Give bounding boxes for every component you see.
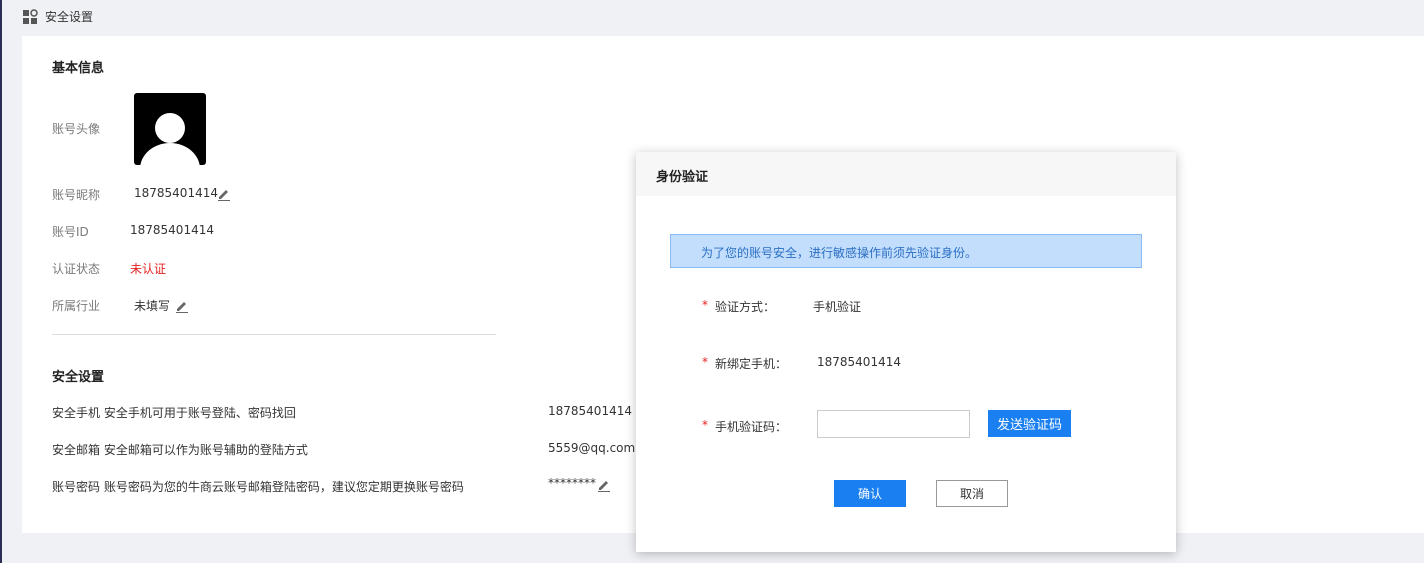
dialog-title: 身份验证 [656, 170, 709, 185]
required-mark: * [702, 418, 708, 432]
edit-password-icon[interactable] [597, 478, 611, 492]
dialog-header: 身份验证 [636, 152, 1176, 196]
account-id-label: 账号ID [52, 225, 89, 239]
cancel-button[interactable]: 取消 [936, 480, 1008, 507]
basic-info-title: 基本信息 [52, 61, 105, 76]
verify-status-label: 认证状态 [52, 262, 101, 276]
security-email-label: 安全邮箱 安全邮箱可以作为账号辅助的登陆方式 [52, 443, 308, 457]
industry-value: 未填写 [134, 299, 171, 313]
user-silhouette-icon [140, 113, 200, 165]
sms-code-input[interactable] [817, 410, 970, 438]
sms-code-label: 手机验证码： [715, 420, 788, 434]
nickname-label: 账号昵称 [52, 188, 101, 202]
top-bar: 安全设置 [2, 0, 1424, 36]
new-phone-value: 18785401414 [817, 355, 901, 369]
confirm-button[interactable]: 确认 [834, 480, 906, 507]
window-edge [0, 0, 2, 563]
security-phone-label: 安全手机 安全手机可用于账号登陆、密码找回 [52, 406, 296, 420]
avatar-label: 账号头像 [52, 122, 101, 136]
send-code-button[interactable]: 发送验证码 [988, 410, 1071, 437]
verify-status-value: 未认证 [130, 262, 167, 276]
verify-method-label: 验证方式： [715, 300, 776, 314]
required-mark: * [702, 355, 708, 369]
security-email-value: 5559@qq.com [548, 441, 636, 455]
account-password-value: ******** [548, 476, 596, 490]
account-id-value: 18785401414 [130, 223, 214, 237]
security-settings-title: 安全设置 [52, 370, 105, 385]
security-notice-text: 为了您的账号安全，进行敏感操作前须先验证身份。 [701, 246, 978, 260]
section-divider [52, 334, 496, 335]
avatar[interactable] [134, 93, 206, 165]
identity-verification-dialog: 身份验证 为了您的账号安全，进行敏感操作前须先验证身份。 * 验证方式： 手机验… [636, 152, 1176, 552]
grid-settings-icon [23, 9, 38, 24]
security-notice: 为了您的账号安全，进行敏感操作前须先验证身份。 [670, 234, 1142, 268]
new-phone-label: 新绑定手机： [715, 357, 788, 371]
industry-label: 所属行业 [52, 299, 101, 313]
nickname-value: 18785401414 [134, 186, 218, 200]
edit-industry-icon[interactable] [175, 299, 189, 313]
account-password-label: 账号密码 账号密码为您的牛商云账号邮箱登陆密码，建议您定期更换账号密码 [52, 480, 464, 494]
security-phone-value: 18785401414 [548, 404, 632, 418]
page-title: 安全设置 [45, 10, 94, 24]
verify-method-value: 手机验证 [813, 300, 862, 314]
required-mark: * [702, 298, 708, 312]
edit-nickname-icon[interactable] [217, 187, 231, 201]
